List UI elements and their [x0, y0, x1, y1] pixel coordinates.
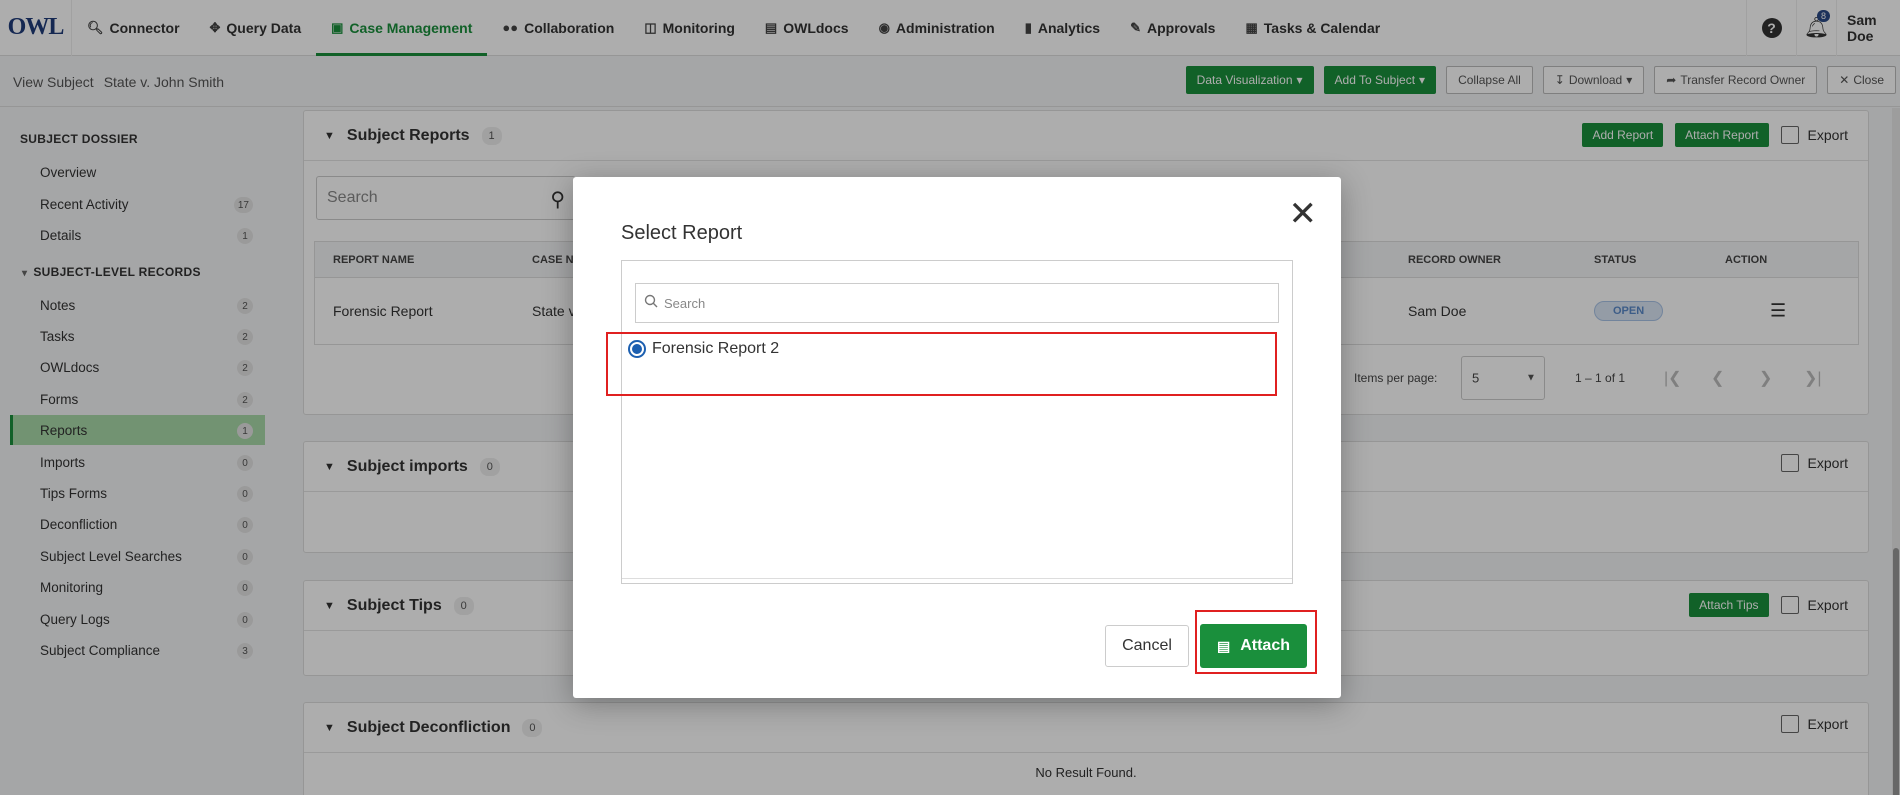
cancel-button[interactable]: Cancel	[1105, 625, 1189, 667]
report-list: Search Forensic Report 2	[621, 260, 1293, 584]
highlight-box	[1195, 610, 1317, 674]
search-icon	[644, 294, 658, 308]
close-icon[interactable]: ✕	[1289, 197, 1318, 231]
divider	[622, 578, 1292, 579]
search-placeholder: Search	[664, 295, 706, 311]
highlight-box	[606, 332, 1277, 396]
report-search-input[interactable]: Search	[635, 283, 1279, 323]
select-report-dialog: Select Report ✕ Search Forensic Report 2…	[573, 177, 1341, 698]
dialog-title: Select Report	[621, 222, 743, 244]
